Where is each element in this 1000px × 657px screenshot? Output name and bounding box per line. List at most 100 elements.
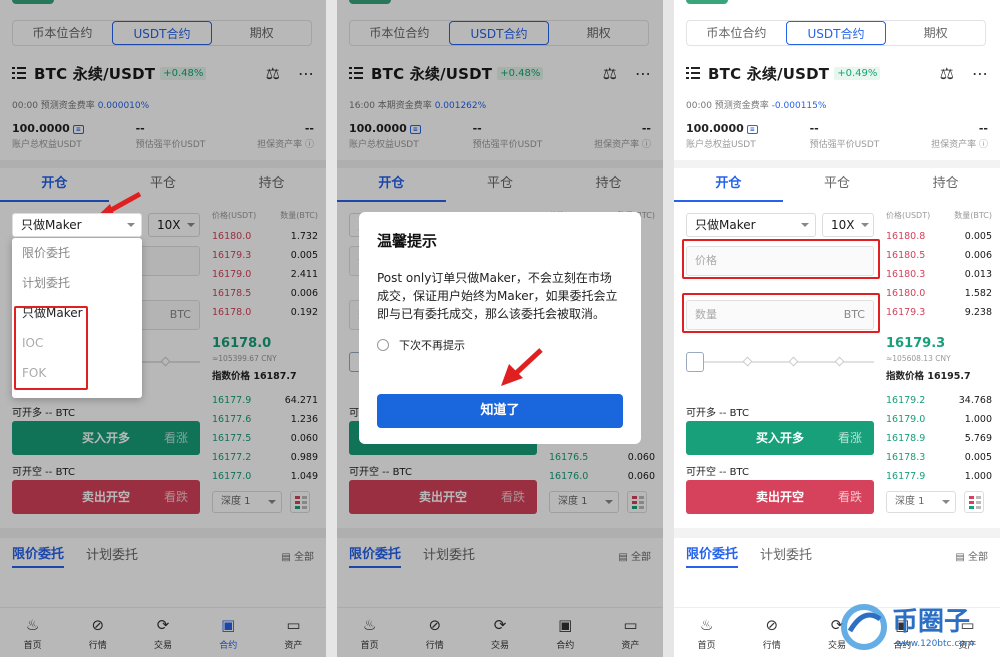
chevron-down-icon	[127, 223, 135, 231]
orderbook-layout-icon[interactable]	[964, 491, 984, 513]
buy-long-button[interactable]: 买入开多看涨	[686, 421, 874, 455]
liq-price-label: 预估强平价USDT	[809, 140, 880, 150]
panel-dialog: 币本位合约 USDT合约 期权 BTC 永续/USDT +0.48% ⚖ ⋯ 1…	[337, 0, 663, 657]
panel-dropdown: 币本位合约 USDT合约 期权 BTC 永续/USDT +0.48% ⚖ ⋯ 0…	[0, 0, 326, 657]
tab-limit-orders[interactable]: 限价委托	[686, 543, 739, 568]
ob-price: 16180.0	[886, 288, 926, 299]
funding-rate-value: -0.000115%	[771, 101, 827, 111]
title-bar: BTC 永续/USDT +0.49% ⚖ ⋯	[686, 62, 988, 84]
highlight-box	[682, 293, 880, 333]
amount-slider[interactable]	[686, 352, 874, 372]
orderbook-row[interactable]: 16180.5 0.006	[886, 246, 998, 265]
ob-qty-header: 数量(BTC)	[954, 211, 992, 220]
ob-price: 16180.5	[886, 250, 926, 261]
tab-options[interactable]: 期权	[886, 21, 985, 45]
tab-coin-margined[interactable]: 币本位合约	[687, 21, 786, 45]
tab-positions[interactable]: 持仓	[891, 170, 1000, 202]
ob-price: 16180.3	[886, 269, 926, 280]
ob-qty: 0.005	[964, 452, 992, 463]
watermark-brand: 币圈子	[892, 607, 971, 637]
watermark-logo: 币圈子 www.120btc.com	[840, 597, 1000, 657]
ob-qty: 0.006	[964, 250, 992, 261]
tab-open[interactable]: 开仓	[674, 170, 783, 202]
equity-value: 100.0000	[686, 122, 744, 135]
ob-qty: 34.768	[958, 395, 992, 406]
funding-rate: 00:00 预测资金费率 -0.000115%	[686, 101, 827, 111]
ob-price-header: 价格(USDT)	[886, 211, 931, 220]
top-app-nub	[686, 0, 728, 4]
account-stats: 100.0000 ≡ 账户总权益USDT -- 预估强平价USDT -- 担保资产…	[686, 122, 988, 150]
depth-bar	[992, 248, 998, 263]
order-type-select[interactable]: 只做Maker	[12, 213, 142, 237]
nav-market[interactable]: ⊘ 行情	[739, 608, 804, 657]
available-long: 可开多 -- BTC	[686, 408, 749, 419]
index-price: 指数价格 16195.7	[886, 371, 971, 382]
depth-select[interactable]: 深度 1	[886, 491, 956, 513]
ob-price: 16179.2	[886, 395, 926, 406]
last-price-cny: ≈105608.13 CNY	[886, 354, 951, 363]
orderbook-row[interactable]: 16179.0 1.000	[886, 410, 998, 429]
chevron-down-icon	[942, 500, 950, 508]
ob-qty: 1.000	[964, 414, 992, 425]
ob-price: 16179.3	[886, 307, 926, 318]
highlight-box	[682, 239, 880, 279]
tab-close[interactable]: 平仓	[783, 170, 892, 202]
ob-price: 16178.3	[886, 452, 926, 463]
ob-price: 16178.9	[886, 433, 926, 444]
help-icon[interactable]: ⓘ	[979, 140, 988, 150]
ob-qty: 0.013	[964, 269, 992, 280]
chevron-down-icon	[801, 223, 809, 231]
nav-home[interactable]: ♨ 首页	[674, 608, 739, 657]
ob-price: 16180.8	[886, 231, 926, 242]
panel-gap	[326, 0, 337, 657]
order-book: 价格(USDT) 数量(BTC) 16180.8 0.005 16180.5 0.006…	[886, 210, 998, 322]
ob-qty: 9.238	[964, 307, 992, 318]
dialog-title: 温馨提示	[377, 232, 438, 250]
orderbook-row[interactable]: 16179.3 9.238	[886, 303, 998, 322]
watermark-url: www.120btc.com	[896, 639, 974, 649]
panel-gap	[663, 0, 674, 657]
post-only-dialog: 温馨提示 Post only订单只做Maker，不会立刻在市场成交，保证用户始终为…	[359, 212, 641, 444]
orderbook-row[interactable]: 16180.3 0.013	[886, 265, 998, 284]
order-type-select[interactable]: 只做Maker	[686, 213, 816, 237]
transfer-icon[interactable]: ≡	[746, 124, 758, 134]
available-short: 可开空 -- BTC	[686, 467, 749, 478]
orders-tabs: 限价委托 计划委托 ▤ 全部	[686, 540, 988, 570]
compass-icon: ⊘	[765, 616, 779, 634]
margin-ratio-label: 担保资产率 ⓘ	[931, 140, 988, 150]
tab-usdt-margined[interactable]: USDT合约	[785, 21, 887, 45]
radio-icon[interactable]	[377, 339, 389, 351]
dropdown-item[interactable]: 限价委托	[12, 238, 142, 268]
order-tabs: 开仓 平仓 持仓	[674, 170, 1000, 202]
liq-price-value: --	[809, 122, 819, 135]
contract-tabs: 币本位合约 USDT合约 期权	[686, 20, 986, 46]
orderbook-row[interactable]: 16180.0 1.582	[886, 284, 998, 303]
screenshot-collage: 币本位合约 USDT合约 期权 BTC 永续/USDT +0.48% ⚖ ⋯ 0…	[0, 0, 1000, 657]
leverage-select[interactable]: 10X	[822, 213, 874, 237]
chevron-down-icon	[861, 223, 869, 231]
equity-label: 账户总权益USDT	[686, 140, 756, 150]
ob-qty: 1.000	[964, 471, 992, 482]
menu-icon[interactable]	[686, 67, 700, 79]
candlestick-chart-icon[interactable]: ⚖	[940, 64, 954, 83]
more-icon[interactable]: ⋯	[972, 64, 988, 83]
ob-price: 16177.9	[886, 471, 926, 482]
slider-handle[interactable]	[686, 352, 704, 372]
orderbook-row[interactable]: 16178.3 0.005	[886, 448, 998, 467]
orderbook-row[interactable]: 16178.9 5.769	[886, 429, 998, 448]
tab-plan-orders[interactable]: 计划委托	[760, 544, 812, 567]
highlight-box	[14, 306, 88, 390]
orderbook-row[interactable]: 16177.9 1.000	[886, 467, 998, 486]
acknowledge-button[interactable]: 知道了	[377, 394, 623, 428]
pointer-arrow-icon	[501, 348, 543, 386]
dropdown-item[interactable]: 计划委托	[12, 268, 142, 298]
all-orders-link[interactable]: ▤ 全部	[955, 548, 988, 563]
ob-qty: 1.582	[964, 288, 992, 299]
sell-short-button[interactable]: 卖出开空 看跌	[686, 480, 874, 514]
orderbook-row[interactable]: 16180.8 0.005	[886, 227, 998, 246]
orderbook-row[interactable]: 16179.2 34.768	[886, 391, 998, 410]
dialog-message: Post only订单只做Maker，不会立刻在市场成交，保证用户始终为Make…	[377, 271, 618, 321]
last-price: 16179.3	[886, 336, 946, 351]
market-title[interactable]: BTC 永续/USDT	[708, 63, 829, 84]
ob-qty: 5.769	[964, 433, 992, 444]
